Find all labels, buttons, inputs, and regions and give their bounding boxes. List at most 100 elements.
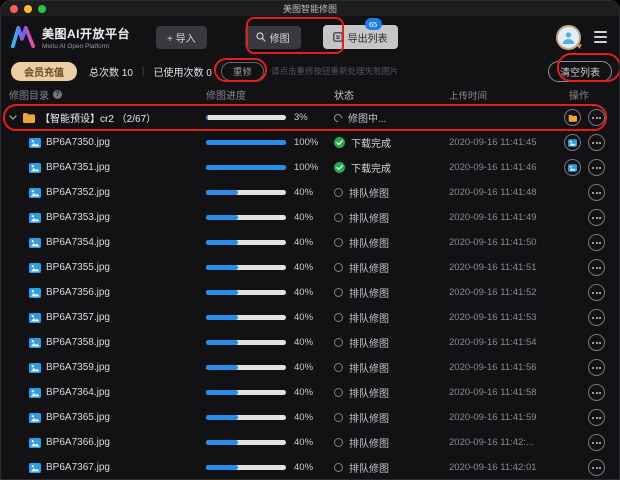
table-row[interactable]: BP6A7359.jpg 40% 排队修图 2020-09-16 11:41:5… [1, 355, 619, 380]
queue-circle-icon [334, 363, 343, 372]
meitu-logo-icon [11, 26, 35, 48]
more-actions-button[interactable] [588, 209, 605, 226]
table-row[interactable]: BP6A7355.jpg 40% 排队修图 2020-09-16 11:41:5… [1, 255, 619, 280]
clear-list-button[interactable]: 清空列表 [548, 61, 612, 82]
table-row[interactable]: BP6A7352.jpg 40% 排队修图 2020-09-16 11:41:4… [1, 180, 619, 205]
open-folder-button[interactable] [564, 109, 581, 126]
image-file-icon [29, 213, 41, 223]
view-image-button[interactable] [564, 134, 581, 151]
zoom-window-button[interactable] [38, 5, 46, 13]
image-file-icon [29, 288, 41, 298]
table-row[interactable]: BP6A7357.jpg 40% 排队修图 2020-09-16 11:41:5… [1, 305, 619, 330]
more-actions-button[interactable] [588, 384, 605, 401]
queue-circle-icon [334, 263, 343, 272]
progress-percent: 40% [294, 262, 313, 273]
progress-bar [206, 365, 286, 370]
column-status: 状态 [334, 87, 449, 102]
member-recharge-button[interactable]: 会员充值 [11, 62, 77, 81]
table-row[interactable]: BP6A7366.jpg 40% 排队修图 2020-09-16 11:42:.… [1, 430, 619, 455]
more-actions-button[interactable] [588, 459, 605, 476]
table-row[interactable]: BP6A7358.jpg 40% 排队修图 2020-09-16 11:41:5… [1, 330, 619, 355]
row-name: BP6A7356.jpg [46, 287, 110, 298]
table-row[interactable]: BP6A7365.jpg 40% 排队修图 2020-09-16 11:41:5… [1, 405, 619, 430]
check-icon [334, 162, 345, 173]
progress-percent: 40% [294, 312, 313, 323]
column-directory: 修图目录 [9, 87, 49, 102]
progress-bar [206, 240, 286, 245]
view-image-button[interactable] [564, 159, 581, 176]
upload-time: 2020-09-16 11:41:48 [449, 187, 537, 198]
brand-subtitle: Meitu AI Open Platform [42, 43, 130, 50]
toolbar: 会员充值 总次数 10 | 已使用次数 0 重修 请点击重修按钮重新处理失败图片… [1, 58, 619, 84]
queue-circle-icon [334, 213, 343, 222]
image-file-icon [29, 188, 41, 198]
minimize-window-button[interactable] [24, 5, 32, 13]
more-actions-button[interactable] [588, 284, 605, 301]
retouch-button[interactable]: 修图 [245, 26, 301, 49]
more-actions-button[interactable] [588, 359, 605, 376]
retouch-button-label: 修图 [270, 30, 290, 45]
more-actions-button[interactable] [588, 234, 605, 251]
table-row[interactable]: BP6A7367.jpg 40% 排队修图 2020-09-16 11:42:0… [1, 455, 619, 480]
more-actions-button[interactable] [588, 434, 605, 451]
queue-circle-icon [334, 188, 343, 197]
row-name: BP6A7359.jpg [46, 362, 110, 373]
image-file-icon [29, 463, 41, 473]
import-button[interactable]: + 导入 [156, 26, 207, 49]
progress-percent: 40% [294, 362, 313, 373]
export-list-button[interactable]: 导出列表 [323, 25, 398, 49]
more-actions-button[interactable] [588, 159, 605, 176]
row-name: BP6A7354.jpg [46, 237, 110, 248]
image-file-icon [29, 138, 41, 148]
menu-button[interactable] [594, 31, 607, 43]
table-row[interactable]: BP6A7350.jpg 100% 下载完成 2020-09-16 11:41:… [1, 130, 619, 155]
help-icon[interactable]: ? [53, 90, 62, 99]
more-actions-button[interactable] [588, 309, 605, 326]
progress-bar [206, 165, 286, 170]
header-right: ♥ [556, 25, 607, 50]
progress-percent: 40% [294, 387, 313, 398]
more-actions-button[interactable] [588, 109, 605, 126]
close-window-button[interactable] [10, 5, 18, 13]
user-avatar[interactable]: ♥ [556, 25, 581, 50]
progress-bar [206, 465, 286, 470]
queue-circle-icon [334, 463, 343, 472]
image-file-icon [29, 363, 41, 373]
queue-circle-icon [334, 438, 343, 447]
queue-circle-icon [334, 238, 343, 247]
more-actions-button[interactable] [588, 259, 605, 276]
status-text: 排队修图 [349, 360, 389, 375]
table-row[interactable]: BP6A7364.jpg 40% 排队修图 2020-09-16 11:41:5… [1, 380, 619, 405]
table-row[interactable]: BP6A7351.jpg 100% 下载完成 2020-09-16 11:41:… [1, 155, 619, 180]
row-name: BP6A7350.jpg [46, 137, 110, 148]
traffic-lights [10, 5, 46, 13]
upload-time: 2020-09-16 11:42:01 [449, 462, 537, 473]
used-count-label: 已使用次数 0 [154, 64, 212, 79]
more-actions-button[interactable] [588, 334, 605, 351]
table-row[interactable]: BP6A7356.jpg 40% 排队修图 2020-09-16 11:41:5… [1, 280, 619, 305]
export-list-wrap: 导出列表 65 [323, 25, 398, 49]
table-row[interactable]: BP6A7354.jpg 40% 排队修图 2020-09-16 11:41:5… [1, 230, 619, 255]
column-operation: 操作 [553, 87, 605, 102]
more-actions-button[interactable] [588, 184, 605, 201]
queue-circle-icon [334, 313, 343, 322]
row-name: BP6A7364.jpg [46, 387, 110, 398]
row-name: 【智能预设】cr2 （2/67） [40, 110, 156, 125]
progress-percent: 40% [294, 287, 313, 298]
person-icon [561, 30, 576, 45]
redo-hint-text: 请点击重修按钮重新处理失败图片 [271, 65, 399, 77]
brand-title: 美图AI开放平台 [42, 25, 130, 42]
queue-circle-icon [334, 338, 343, 347]
check-icon [334, 137, 345, 148]
upload-time: 2020-09-16 11:41:52 [449, 287, 537, 298]
magnifier-icon [256, 32, 266, 42]
table-row[interactable]: BP6A7353.jpg 40% 排队修图 2020-09-16 11:41:4… [1, 205, 619, 230]
table-row[interactable]: 【智能预设】cr2 （2/67） 3% 修图中... [1, 105, 619, 130]
more-actions-button[interactable] [588, 134, 605, 151]
chevron-down-icon[interactable] [9, 115, 17, 120]
column-progress: 修图进度 [206, 87, 334, 102]
more-actions-button[interactable] [588, 409, 605, 426]
status-text: 排队修图 [349, 185, 389, 200]
progress-bar [206, 340, 286, 345]
redo-button[interactable]: 重修 [221, 62, 264, 81]
